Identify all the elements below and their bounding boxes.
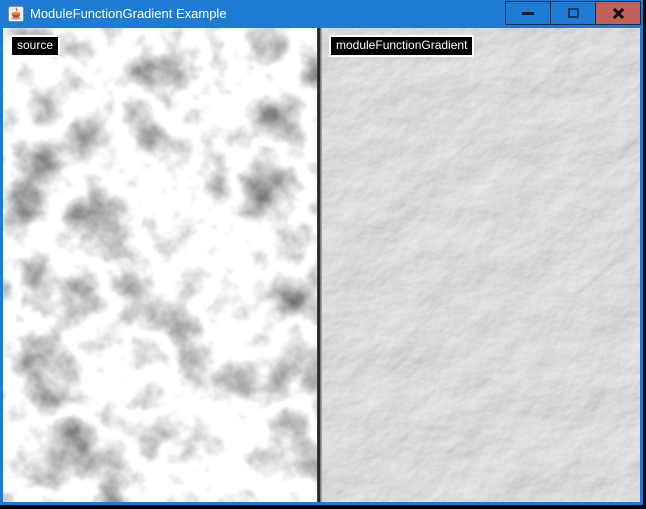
content-area: source — [3, 28, 640, 502]
maximize-icon — [568, 8, 579, 18]
gradient-image-panel: moduleFunctionGradient — [322, 28, 640, 502]
close-icon — [612, 7, 625, 20]
minimize-icon — [522, 12, 534, 15]
window-title: ModuleFunctionGradient Example — [30, 0, 227, 28]
app-window: ModuleFunctionGradient Example — [0, 0, 643, 505]
minimize-button[interactable] — [505, 1, 551, 25]
caption-buttons — [505, 1, 641, 25]
source-label: source — [10, 35, 60, 57]
maximize-button[interactable] — [550, 1, 596, 25]
gradient-label: moduleFunctionGradient — [329, 35, 474, 57]
source-texture-image — [3, 28, 317, 502]
gradient-texture-image — [322, 28, 640, 502]
close-button[interactable] — [595, 1, 641, 25]
java-coffee-cup-icon — [8, 6, 24, 22]
source-image-panel: source — [3, 28, 317, 502]
titlebar[interactable]: ModuleFunctionGradient Example — [0, 0, 643, 28]
